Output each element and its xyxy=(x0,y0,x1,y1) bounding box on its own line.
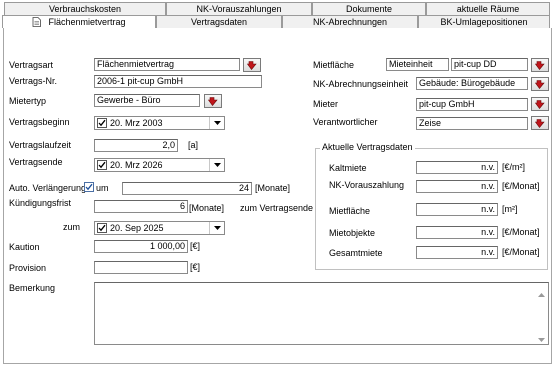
mietertyp-label: Mietertyp xyxy=(9,96,47,106)
tab-dokumente[interactable]: Dokumente xyxy=(312,2,426,15)
vertragsende-value: 20. Mrz 2026 xyxy=(110,160,163,170)
auto-verlaengerung-label: Auto. Verlängerung xyxy=(9,183,87,193)
mietobjekte-unit: [€/Monat] xyxy=(502,227,540,237)
mieter-label: Mieter xyxy=(313,99,339,109)
mietobjekte-label: Mietobjekte xyxy=(329,228,376,238)
mietflaeche-aktuell-field: n.v. xyxy=(416,203,498,216)
tab-aktuelle-raeume[interactable]: aktuelle Räume xyxy=(426,2,550,15)
vertragsart-pick-button[interactable] xyxy=(243,58,261,72)
aktuelle-vertragsdaten-title: Aktuelle Vertragsdaten xyxy=(320,142,415,152)
kuendigungsfrist-field[interactable]: 6 xyxy=(94,200,188,213)
vertragsart-field[interactable]: Flächenmietvertrag xyxy=(94,58,240,71)
mietertyp-field[interactable]: Gewerbe - Büro xyxy=(94,94,200,107)
vertragsbeginn-value: 20. Mrz 2003 xyxy=(110,118,163,128)
kaution-label: Kaution xyxy=(9,242,40,252)
select-arrow-icon xyxy=(247,60,257,70)
auto-verlaengerung-unit: [Monate] xyxy=(255,183,291,193)
select-arrow-icon xyxy=(535,79,545,89)
gesamtmiete-label: Gesamtmiete xyxy=(329,248,383,258)
tab-flaechenmietvertrag[interactable]: Flächenmietvertrag xyxy=(2,15,156,28)
auto-verlaengerung-field[interactable]: 24 xyxy=(122,182,252,195)
mieter-pick-button[interactable] xyxy=(531,97,549,111)
bemerkung-label: Bemerkung xyxy=(9,283,56,293)
chevron-down-icon[interactable] xyxy=(209,117,224,129)
vertragsende-label: Vertragsende xyxy=(9,157,63,167)
vertragslaufzeit-label: Vertragslaufzeit xyxy=(9,140,72,150)
gesamtmiete-unit: [€/Monat] xyxy=(502,247,540,257)
kuendigungsfrist-suffix: zum Vertragsende xyxy=(240,203,314,213)
bemerkung-textarea[interactable] xyxy=(94,282,549,345)
vertragslaufzeit-unit: [a] xyxy=(188,140,199,150)
provision-label: Provision xyxy=(9,263,47,273)
mieter-field[interactable]: pit-cup GmbH xyxy=(416,98,528,111)
vertragsbeginn-label: Vertragsbeginn xyxy=(9,117,70,127)
vertragsnr-label: Vertrags-Nr. xyxy=(9,76,58,86)
mietflaeche-label: Mietfläche xyxy=(313,60,355,70)
zum-checkbox[interactable] xyxy=(97,223,107,233)
tab-verbrauchskosten[interactable]: Verbrauchskosten xyxy=(4,2,166,15)
nk-vorauszahlung-field: n.v. xyxy=(416,180,498,193)
kuendigungsfrist-label: Kündigungsfrist xyxy=(9,198,72,208)
gesamtmiete-field: n.v. xyxy=(416,246,498,259)
tab-bk-umlagepositionen[interactable]: BK-Umlagepositionen xyxy=(418,15,550,28)
tab-nk-abrechnungen[interactable]: NK-Abrechnungen xyxy=(282,15,418,28)
vertragslaufzeit-field[interactable]: 2,0 xyxy=(94,139,178,152)
kaution-field[interactable]: 1 000,00 xyxy=(94,240,188,253)
vertragsart-label: Vertragsart xyxy=(9,60,54,70)
mietflaeche-field[interactable]: pit-cup DD xyxy=(451,58,528,71)
vertragsende-checkbox[interactable] xyxy=(97,160,107,170)
mietobjekte-field: n.v. xyxy=(416,226,498,239)
scroll-down-icon[interactable] xyxy=(538,334,545,344)
select-arrow-icon xyxy=(535,118,545,128)
scroll-up-icon[interactable] xyxy=(538,289,545,299)
mietflaeche-pick-button[interactable] xyxy=(531,58,549,72)
nk-abrechnungseinheit-label: NK-Abrechnungseinheit xyxy=(313,79,409,89)
auto-verlaengerung-um-label: um xyxy=(96,183,109,193)
nk-abrechnungseinheit-pick-button[interactable] xyxy=(531,77,549,91)
kaltmiete-field: n.v. xyxy=(416,161,498,174)
verantwortlicher-label: Verantwortlicher xyxy=(313,117,378,127)
chevron-down-icon[interactable] xyxy=(209,159,224,171)
vertragsende-date-picker[interactable]: 20. Mrz 2026 xyxy=(94,158,225,172)
kaltmiete-label: Kaltmiete xyxy=(329,163,367,173)
tab-row-back: Verbrauchskosten NK-Vorauszahlungen Doku… xyxy=(0,2,554,15)
mietflaeche-aktuell-unit: [m²] xyxy=(502,204,518,214)
kaution-unit: [€] xyxy=(190,241,201,251)
zum-label: zum xyxy=(63,222,81,232)
verantwortlicher-field[interactable]: Zeise xyxy=(416,117,528,130)
select-arrow-icon xyxy=(535,99,545,109)
mietflaeche-aktuell-label: Mietfläche xyxy=(329,206,371,216)
vertragsbeginn-checkbox[interactable] xyxy=(97,118,107,128)
kuendigungsfrist-unit: [Monate] xyxy=(189,203,225,213)
provision-field[interactable] xyxy=(94,261,188,274)
provision-unit: [€] xyxy=(190,262,201,272)
vertragsnr-field[interactable]: 2006-1 pit-cup GmbH xyxy=(94,75,262,88)
tab-label: Flächenmietvertrag xyxy=(48,17,126,27)
nk-vorauszahlung-label: NK-Vorauszahlung xyxy=(329,180,405,190)
bemerkung-scrollbar[interactable] xyxy=(536,283,548,344)
mietertyp-pick-button[interactable] xyxy=(204,94,222,108)
auto-verlaengerung-checkbox[interactable] xyxy=(84,182,94,192)
mietflaeche-unit-field[interactable]: Mieteinheit xyxy=(386,58,449,71)
select-arrow-icon xyxy=(208,96,218,106)
chevron-down-icon[interactable] xyxy=(209,222,224,234)
tab-vertragsdaten[interactable]: Vertragsdaten xyxy=(156,15,282,28)
vertragsbeginn-date-picker[interactable]: 20. Mrz 2003 xyxy=(94,116,225,130)
kaltmiete-unit: [€/m²] xyxy=(502,162,526,172)
tab-nk-vorauszahlungen[interactable]: NK-Vorauszahlungen xyxy=(166,2,312,15)
zum-value: 20. Sep 2025 xyxy=(110,223,164,233)
tab-row-front: Flächenmietvertrag Vertragsdaten NK-Abre… xyxy=(0,15,554,28)
nk-abrechnungseinheit-field[interactable]: Gebäude: Bürogebäude xyxy=(416,77,528,90)
select-arrow-icon xyxy=(535,60,545,70)
zum-date-picker[interactable]: 20. Sep 2025 xyxy=(94,221,225,235)
nk-vorauszahlung-unit: [€/Monat] xyxy=(502,181,540,191)
verantwortlicher-pick-button[interactable] xyxy=(531,116,549,130)
